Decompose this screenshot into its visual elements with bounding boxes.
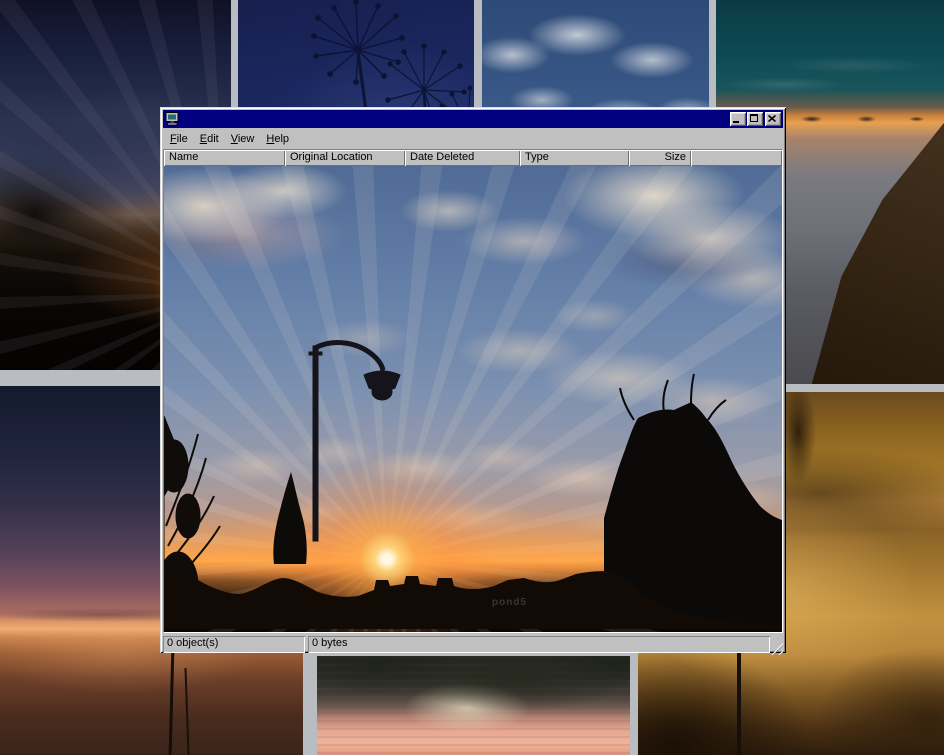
menu-view[interactable]: View	[225, 131, 261, 147]
menu-file[interactable]: File	[164, 131, 194, 147]
street-lamp-silhouette	[309, 343, 400, 541]
status-byte-count: 0 bytes	[308, 636, 770, 653]
silhouette-layer	[164, 166, 782, 629]
column-header-date-deleted[interactable]: Date Deleted	[405, 150, 520, 166]
minimize-button[interactable]	[730, 112, 746, 126]
pole-silhouette	[169, 648, 175, 755]
pole-silhouette	[184, 668, 189, 755]
resize-grip[interactable]	[770, 642, 783, 655]
computer-icon	[165, 112, 180, 126]
maximize-button[interactable]	[747, 112, 763, 126]
desktop: File Edit View Help Name Original Locati…	[0, 0, 944, 755]
column-header-name[interactable]: Name	[164, 150, 285, 166]
cypress-silhouette	[273, 472, 306, 564]
status-object-count: 0 object(s)	[163, 636, 305, 653]
close-icon	[768, 115, 776, 122]
column-header-size[interactable]: Size	[629, 150, 691, 166]
menu-edit[interactable]: Edit	[194, 131, 225, 147]
wallpaper-tile-water-ripples	[317, 656, 630, 755]
recycle-bin-window: File Edit View Help Name Original Locati…	[160, 107, 786, 653]
folder-view[interactable]: Name Original Location Date Deleted Type…	[163, 149, 783, 633]
menu-bar: File Edit View Help	[163, 128, 783, 149]
minimize-icon	[733, 121, 739, 123]
column-header-empty[interactable]	[691, 150, 782, 166]
menu-help[interactable]: Help	[260, 131, 295, 147]
column-header-type[interactable]: Type	[520, 150, 629, 166]
sunset-photo-background: pond5	[164, 166, 782, 632]
maximize-icon	[750, 114, 758, 122]
column-header-row: Name Original Location Date Deleted Type…	[164, 150, 782, 166]
title-bar[interactable]	[163, 110, 783, 128]
watermark: pond5	[492, 597, 527, 608]
column-header-original-location[interactable]: Original Location	[285, 150, 405, 166]
pole-silhouette	[737, 648, 741, 755]
status-bar: 0 object(s) 0 bytes	[163, 633, 783, 656]
close-button[interactable]	[765, 112, 781, 126]
